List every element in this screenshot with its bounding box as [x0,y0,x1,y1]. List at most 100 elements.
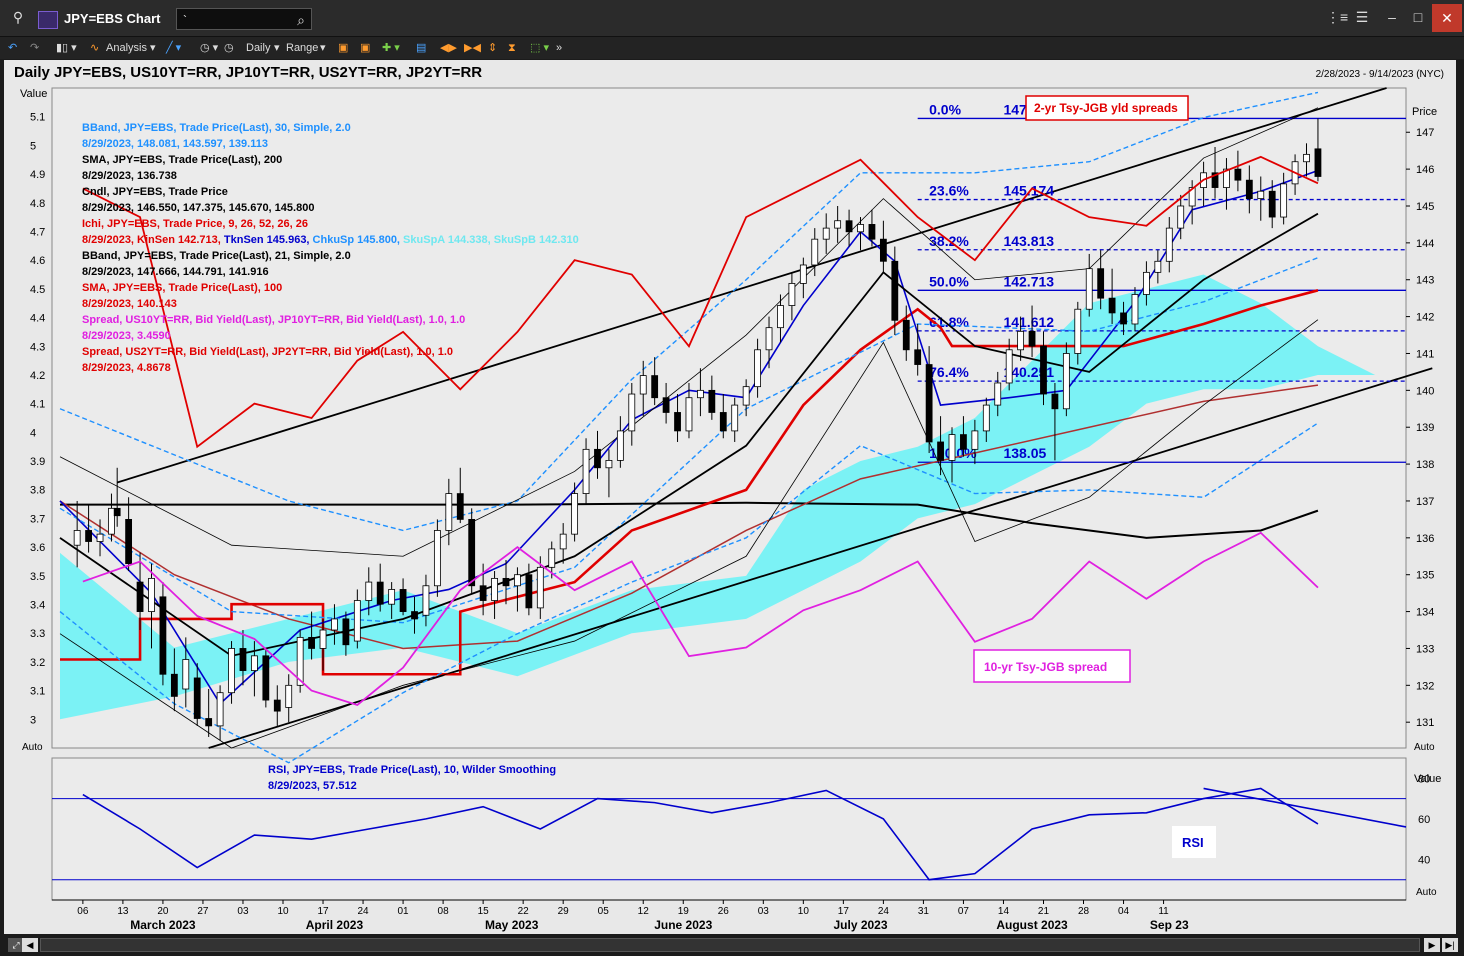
candle-body [514,574,521,587]
more-tools-icon[interactable]: » [556,41,562,55]
candle-body [1143,271,1150,295]
chart-area[interactable]: Daily JPY=EBS, US10YT=RR, JP10YT=RR, US2… [4,60,1456,934]
chart-tab[interactable]: JPY=EBS Chart (*) [34,7,174,50]
minimize-icon[interactable]: – [1382,9,1402,25]
right-tick-label: 133 [1416,643,1434,655]
left-tick-label: 4.8 [30,198,45,210]
interval-dropdown[interactable]: Daily [246,41,270,55]
left-tick-label: 5.1 [30,112,45,124]
maximize-icon[interactable]: □ [1408,9,1428,25]
right-tick-label: 136 [1416,533,1434,545]
candle-body [319,629,327,649]
crosshair-icon[interactable]: ✚ ▾ [382,41,400,55]
layout-icon[interactable]: ⋮≡ [1326,9,1348,26]
x-day-label: 10 [798,906,810,917]
chart-style-icon[interactable]: ▣ [338,41,348,55]
redo-icon[interactable]: ↷ [30,41,39,55]
right-tick-label: 145 [1416,201,1434,213]
link-icon[interactable]: ⚲ [8,9,28,26]
x-day-label: 12 [638,906,650,917]
candle-body [108,507,115,535]
right-tick-label: 146 [1416,164,1434,176]
candle-body [399,589,407,612]
left-tick-label: 3.7 [30,513,45,525]
candle-body [994,382,1002,406]
candle-body [651,375,659,399]
zoom-out-icon[interactable]: ⧗ [508,41,516,55]
candle-body [788,283,796,306]
fib-value-label: 138.05 [1003,445,1046,461]
x-day-label: 05 [598,906,610,917]
candle-body [605,460,613,469]
export-icon[interactable]: ▤ [416,41,426,55]
candle-body [1120,312,1127,325]
legend-line: 8/29/2023, 146.550, 147.375, 145.670, 14… [82,202,314,214]
chart-svg[interactable]: ValuePriceValueAuto AutoAuto5.154.94.84.7… [4,60,1456,934]
x-day-label: 17 [317,906,329,917]
candle-type-icon[interactable]: ▮▯ ▾ [56,41,77,55]
fib-value-label: 141.612 [1003,314,1054,330]
candle-body [125,518,133,565]
candle-body [697,389,704,399]
analysis-button[interactable]: Analysis [106,41,147,55]
zoom-box-icon[interactable]: ⬚ ▾ [530,41,549,55]
interval-chevron-icon[interactable]: ▾ [274,41,280,55]
candle-body [1062,353,1070,410]
candle-body [73,530,81,546]
scroll-left-icon[interactable]: ◀▶ [440,41,457,55]
menu-icon[interactable]: ☰ [1352,9,1372,26]
scroll-right-button[interactable]: ▶ [1424,938,1440,952]
scroll-left-button[interactable]: ◀ [22,938,38,952]
right-tick-label: 143 [1416,275,1434,287]
legend-line: SMA, JPY=EBS, Trade Price(Last), 200 [82,154,282,166]
rsi-annotation: RSI [1182,835,1204,850]
right-tick-label: 134 [1416,607,1434,619]
candle-body [136,581,144,612]
footer-bar: ⤢ ◀ ▶ ▶| [0,934,1464,956]
zoom-in-icon[interactable]: ⇕ [488,41,497,55]
clock-icon[interactable]: ◷ ▾ [200,41,218,55]
candle-body [1234,168,1242,181]
x-day-label: 27 [197,906,209,917]
analysis-dropdown-icon[interactable]: ▾ [150,41,156,55]
analysis-icon[interactable]: ∿ [90,41,99,55]
search-icon[interactable]: ⌕ [297,9,305,31]
left-tick-label: 4.4 [30,313,45,325]
undo-icon[interactable]: ↶ [8,41,17,55]
search-input[interactable]: ` ⌕ [176,8,312,30]
left-tick-label: 4 [30,427,36,439]
range-chevron-icon[interactable]: ▾ [320,41,326,55]
x-month-label: March 2023 [130,918,196,932]
candle-body [331,618,338,631]
close-icon[interactable]: ✕ [1432,4,1462,32]
candle-body [1131,294,1139,325]
left-tick-label: 3.1 [30,686,45,698]
rsi-tick-label: 40 [1418,854,1430,866]
x-day-label: 24 [878,906,890,917]
candle-body [616,430,624,461]
x-day-label: 17 [838,906,850,917]
range-dropdown[interactable]: Range [286,41,318,55]
template-icon[interactable]: ▣ [360,41,370,55]
legend-line: 8/29/2023, 147.666, 144.791, 141.916 [82,266,269,278]
fit-icon[interactable]: ▶◀ [464,41,481,55]
candle-body [1165,227,1173,262]
legend-line: Ichi, JPY=EBS, Trade Price, 9, 26, 52, 2… [82,218,308,230]
candle-body [1108,297,1116,314]
candle-body [754,349,761,388]
legend-line: BBand, JPY=EBS, Trade Price(Last), 21, S… [82,250,351,262]
scroll-end-button[interactable]: ▶| [1442,938,1458,952]
right-tick-label: 144 [1416,238,1434,250]
right-tick-label: 147 [1416,127,1434,139]
draw-line-icon[interactable]: ╱ ▾ [166,41,181,55]
candle-body [308,636,315,649]
candle-body [571,493,579,535]
x-day-label: 04 [1118,906,1130,917]
legend-line: 8/29/2023, 136.738 [82,170,177,182]
horizontal-scrollbar[interactable] [40,938,1420,952]
right-tick-label: 135 [1416,570,1434,582]
candle-body [845,220,853,233]
candle-body [731,404,739,432]
right-tick-label: 140 [1416,385,1434,397]
interval-clock-icon[interactable]: ◷ [224,41,234,55]
